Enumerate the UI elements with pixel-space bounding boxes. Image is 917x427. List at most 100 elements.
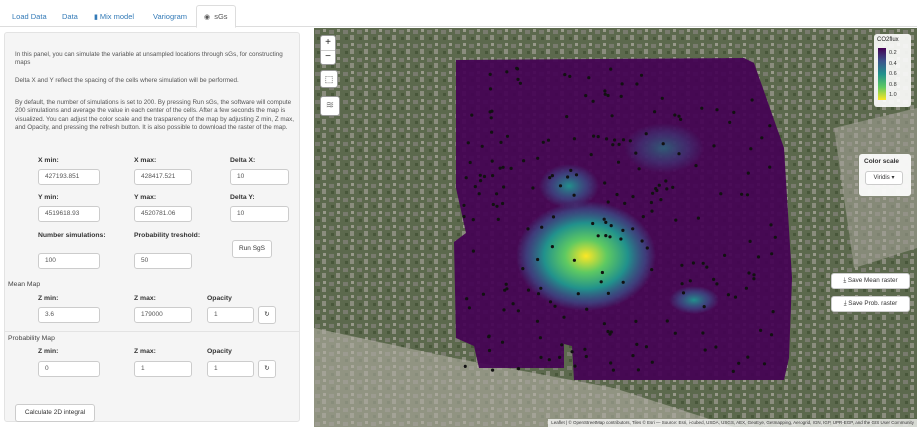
sample-point — [631, 354, 635, 358]
prob-threshold-input[interactable]: 50 — [134, 253, 192, 269]
y-min-input[interactable]: 4519618.93 — [38, 206, 100, 222]
sample-point — [600, 270, 604, 275]
sample-point — [516, 309, 520, 313]
download-icon: ⤓ — [843, 277, 847, 284]
x-min-input[interactable]: 427193.851 — [38, 169, 100, 185]
sample-point — [551, 215, 556, 219]
tab-mix-model[interactable]: ▮ Mix model — [94, 6, 134, 27]
sample-point — [553, 304, 557, 308]
sample-point — [769, 223, 773, 227]
zoom-out-button[interactable]: − — [321, 51, 335, 65]
sample-point — [661, 142, 665, 146]
sample-point — [515, 67, 520, 71]
sample-point — [516, 77, 520, 81]
sample-point — [701, 331, 705, 335]
tab-data[interactable]: Data — [62, 6, 78, 27]
sample-point — [526, 227, 530, 231]
mean-zmax-input[interactable]: 179000 — [134, 307, 192, 323]
sample-point — [501, 201, 505, 206]
sample-point — [606, 329, 610, 334]
sample-point — [465, 297, 469, 301]
layers-button[interactable]: ≋ — [320, 96, 340, 116]
sample-point — [479, 179, 483, 183]
sample-point — [518, 81, 522, 85]
sample-point — [502, 185, 506, 189]
sample-point — [487, 348, 492, 353]
prob-zmin-input[interactable]: 0 — [38, 361, 100, 377]
sample-point — [748, 239, 752, 243]
color-scale-dropdown[interactable]: Viridis ▾ — [865, 171, 903, 185]
sample-point — [548, 176, 552, 180]
calculate-2d-integral-button[interactable]: Calculate 2D integral — [15, 404, 95, 422]
sample-point — [498, 166, 502, 170]
sample-point — [574, 173, 579, 177]
sample-point — [467, 306, 471, 310]
sample-point — [504, 282, 508, 286]
sample-point — [714, 345, 718, 349]
prob-refresh-button[interactable]: ↻ — [258, 360, 276, 378]
sample-point — [773, 235, 777, 239]
sample-point — [677, 114, 681, 118]
sample-point — [558, 184, 563, 188]
zoom-control: + − — [320, 35, 336, 65]
tab-sgs[interactable]: ◉ sGs — [196, 5, 236, 28]
color-scale-label: Color scale — [864, 158, 900, 165]
sample-point — [599, 280, 603, 284]
sample-point — [548, 300, 553, 304]
zoom-in-button[interactable]: + — [321, 36, 335, 51]
sample-point — [464, 176, 468, 180]
sample-point — [768, 124, 772, 128]
tab-load-data[interactable]: Load Data — [12, 6, 47, 27]
fullscreen-button[interactable]: ⬚ — [320, 70, 338, 88]
sample-point — [769, 333, 774, 337]
sample-point — [487, 335, 491, 339]
sample-point — [728, 120, 732, 124]
prob-opacity-input[interactable]: 1 — [207, 361, 254, 377]
run-sgs-button[interactable]: Run SgS — [232, 240, 272, 258]
save-prob-raster-button[interactable]: ⤓ Save Prob. raster — [831, 296, 910, 312]
sample-point — [489, 116, 493, 120]
sample-point — [650, 209, 654, 213]
sample-point — [471, 218, 475, 222]
mean-zmin-input[interactable]: 3.6 — [38, 307, 100, 323]
sample-point — [536, 292, 541, 296]
y-max-input[interactable]: 4520781.06 — [134, 206, 192, 222]
mean-opacity-input[interactable]: 1 — [207, 307, 254, 323]
tab-variogram[interactable]: Variogram — [153, 6, 187, 27]
prob-zmax-input[interactable]: 1 — [134, 361, 192, 377]
save-mean-raster-button[interactable]: ⤓ Save Mean raster — [831, 273, 910, 289]
delta-x-input[interactable]: 10 — [230, 169, 289, 185]
sample-point — [680, 263, 684, 267]
sample-point — [585, 307, 589, 311]
sample-point — [674, 218, 678, 222]
sample-point — [620, 82, 624, 86]
sample-point — [583, 347, 587, 351]
mean-refresh-button[interactable]: ↻ — [258, 306, 276, 324]
sample-point — [705, 265, 709, 269]
map-legend: CO2flux 0.2 0.4 0.6 0.8 1.0 — [874, 34, 911, 107]
sample-point — [688, 279, 692, 283]
sample-point — [535, 319, 540, 323]
map-view[interactable]: + − ⬚ ≋ CO2flux 0.2 0.4 0.6 0.8 1.0 Color sc… — [314, 28, 917, 427]
sample-point — [768, 165, 772, 169]
delta-y-input[interactable]: 10 — [230, 206, 289, 222]
sample-point — [631, 195, 635, 199]
sample-point — [521, 267, 525, 271]
sample-point — [641, 215, 645, 219]
sample-point — [490, 130, 494, 134]
x-min-label: X min: — [38, 157, 59, 164]
prob-opacity-label: Opacity — [207, 348, 232, 355]
sample-point — [650, 360, 654, 364]
sample-point — [605, 137, 609, 141]
nsim-input[interactable]: 100 — [38, 253, 100, 269]
sample-point — [606, 291, 610, 295]
color-scale-control: Color scale Viridis ▾ — [859, 154, 911, 196]
sample-point — [608, 235, 612, 239]
sample-point — [603, 92, 607, 96]
sample-point — [470, 113, 474, 117]
sample-point — [635, 342, 639, 346]
sample-point — [750, 98, 754, 102]
sample-point — [760, 136, 764, 140]
mean-opacity-label: Opacity — [207, 295, 232, 302]
x-max-input[interactable]: 428417.521 — [134, 169, 192, 185]
